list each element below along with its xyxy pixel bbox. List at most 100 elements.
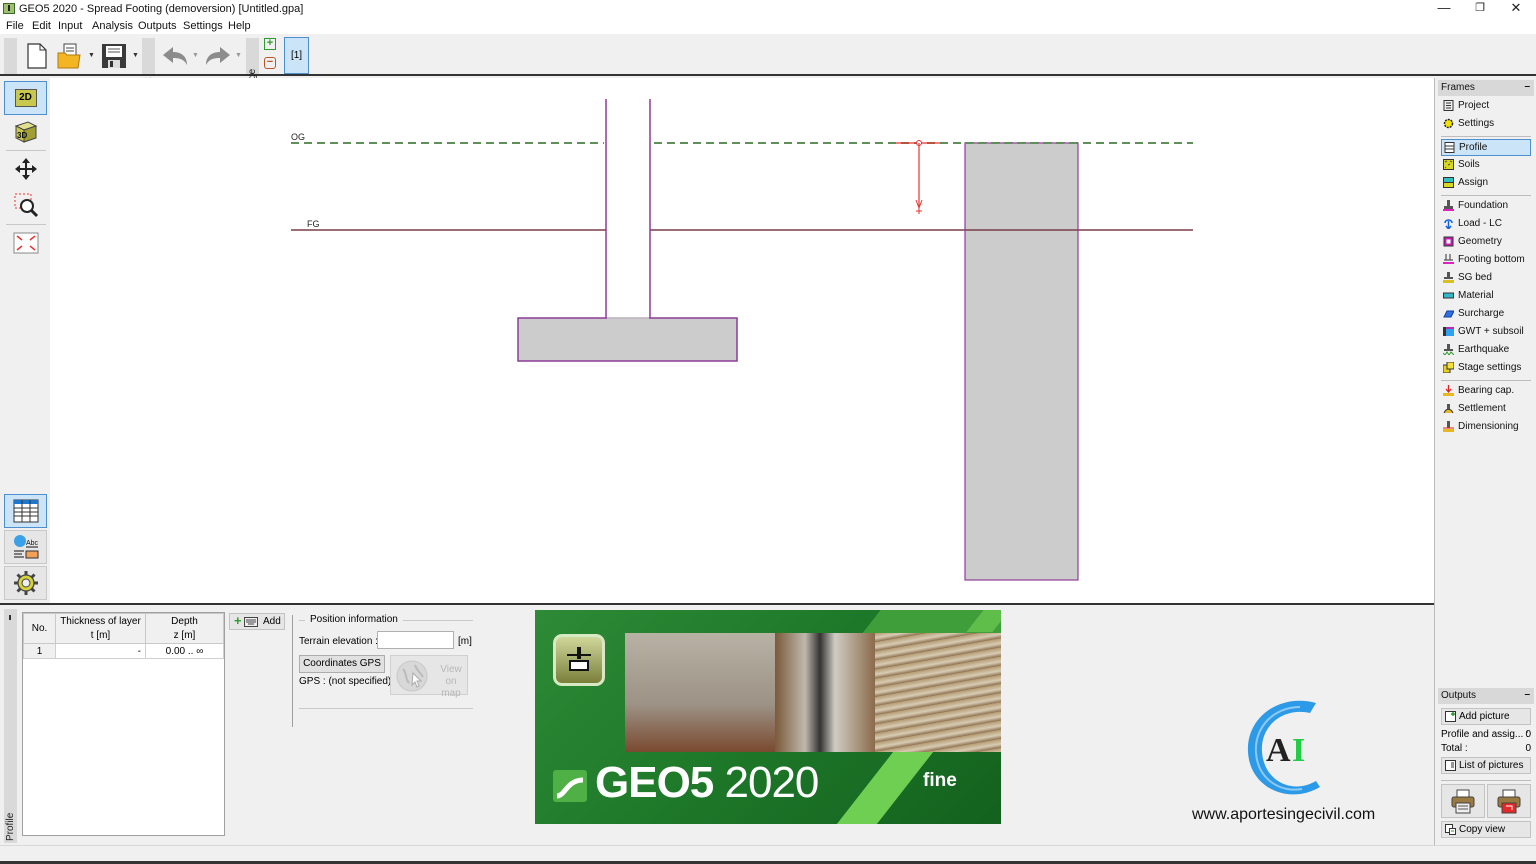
profile-picture-count: Profile and assig... :0 — [1441, 729, 1531, 740]
frame-earthquake[interactable]: Earthquake — [1441, 342, 1531, 359]
save-floppy-icon — [102, 44, 126, 68]
frame-settlement[interactable]: Settlement — [1441, 401, 1531, 418]
geo5-banner: GEO5 2020 fine — [535, 610, 1001, 824]
frame-dimensioning[interactable]: Dimensioning — [1441, 419, 1531, 436]
frame-project[interactable]: Project — [1441, 98, 1531, 115]
frame-material[interactable]: Material — [1441, 288, 1531, 305]
column-header-no[interactable]: No. — [23, 613, 56, 644]
add-picture-button[interactable]: Add picture — [1441, 708, 1531, 725]
footing-section[interactable] — [517, 317, 738, 362]
redo-dropdown-arrow[interactable]: ▼ — [235, 52, 242, 59]
soil-profile-column[interactable] — [964, 142, 1079, 581]
frame-profile[interactable]: Profile — [1441, 139, 1531, 156]
minimize-button[interactable]: — — [1426, 0, 1462, 18]
redo-button[interactable] — [202, 40, 234, 72]
watermark-letter-i: I — [1292, 732, 1305, 769]
settings-button[interactable] — [4, 566, 47, 600]
column-header-depth[interactable]: Depth z [m] — [145, 613, 224, 644]
table-view-button[interactable] — [4, 494, 47, 528]
add-picture-icon — [1445, 711, 1456, 722]
open-button[interactable] — [54, 40, 86, 72]
column-header-thickness[interactable]: Thickness of layer t [m] — [55, 613, 146, 644]
frame-bearing-capacity[interactable]: Bearing cap. — [1441, 383, 1531, 400]
position-info-legend: Position information — [310, 614, 398, 625]
sg-bed-icon — [1443, 272, 1454, 283]
printer-icon — [1451, 789, 1475, 814]
print-button[interactable] — [1441, 784, 1485, 818]
zoom-window-button[interactable] — [4, 188, 47, 222]
cell-thickness[interactable]: - — [55, 643, 146, 659]
menu-bar: File Edit Input Analysis Outputs Setting… — [0, 18, 1536, 34]
menu-edit[interactable]: Edit — [32, 20, 51, 32]
pin-icon[interactable] — [9, 615, 11, 620]
zoom-extents-button[interactable] — [4, 226, 47, 260]
load-arrow-icon[interactable] — [896, 140, 940, 215]
frame-load[interactable]: Load - LC — [1441, 216, 1531, 233]
menu-analysis[interactable]: Analysis — [92, 20, 133, 32]
restore-button[interactable]: ❐ — [1462, 0, 1498, 18]
add-layer-button[interactable]: + Add — [229, 613, 285, 630]
frames-collapse-button[interactable]: – — [1524, 79, 1530, 95]
open-dropdown-arrow[interactable]: ▼ — [88, 52, 95, 59]
print-pdf-button[interactable] — [1487, 784, 1531, 818]
frame-footing-bottom[interactable]: Footing bottom — [1441, 252, 1531, 269]
drawing-canvas[interactable]: OG FG — [50, 78, 1434, 604]
bearing-capacity-icon — [1443, 385, 1454, 396]
outputs-collapse-button[interactable]: – — [1524, 687, 1530, 703]
list-of-pictures-button[interactable]: List of pictures — [1441, 757, 1531, 774]
geo5-logo-mark — [553, 770, 587, 802]
add-stage-button[interactable]: + — [264, 38, 276, 50]
tool-separator — [6, 150, 46, 151]
close-button[interactable]: ✕ — [1498, 0, 1534, 18]
menu-settings[interactable]: Settings — [183, 20, 223, 32]
frame-sg-bed[interactable]: SG bed — [1441, 270, 1531, 287]
menu-input[interactable]: Input — [58, 20, 82, 32]
pan-button[interactable] — [4, 152, 47, 186]
profile-tab[interactable]: Profile — [4, 609, 17, 843]
frame-stage-settings[interactable]: Stage settings — [1441, 360, 1531, 377]
menu-help[interactable]: Help — [228, 20, 251, 32]
remove-stage-button[interactable]: − — [264, 57, 276, 69]
terrain-elevation-input[interactable] — [377, 631, 454, 649]
new-button[interactable] — [21, 40, 53, 72]
tool-separator — [6, 224, 46, 225]
move-arrows-icon — [14, 158, 37, 180]
view-on-map-button[interactable]: View on map — [390, 655, 468, 699]
photo-retaining-wall — [625, 633, 775, 752]
copy-view-button[interactable]: Copy view — [1441, 821, 1531, 838]
cell-depth[interactable]: 0.00 .. ∞ — [145, 643, 224, 659]
undo-dropdown-arrow[interactable]: ▼ — [192, 52, 199, 59]
dimensioning-icon — [1443, 421, 1454, 432]
terrain-unit: [m] — [458, 636, 472, 647]
banner-product-title: GEO5 2020 — [595, 758, 819, 807]
frames-separator — [1441, 195, 1531, 196]
frame-gwt-subsoil[interactable]: GWT + subsoil — [1441, 324, 1531, 341]
table-row[interactable]: 1 - 0.00 .. ∞ — [23, 643, 224, 659]
photo-tunnel — [775, 633, 875, 752]
drawing-style-button[interactable]: Abc — [4, 530, 47, 564]
save-button[interactable] — [98, 40, 130, 72]
watermark-logo: A I — [1247, 700, 1320, 795]
drawing-style-icon: Abc — [13, 535, 38, 559]
banner-stripe — [836, 752, 934, 824]
view-2d-button[interactable]: 2D — [4, 81, 47, 115]
frame-assign[interactable]: Assign — [1441, 175, 1531, 192]
frame-surcharge[interactable]: Surcharge — [1441, 306, 1531, 323]
menu-outputs[interactable]: Outputs — [138, 20, 177, 32]
total-picture-count: Total :0 — [1441, 743, 1531, 754]
frame-settings[interactable]: Settings — [1441, 116, 1531, 133]
menu-file[interactable]: File — [6, 20, 24, 32]
frame-foundation[interactable]: Foundation — [1441, 198, 1531, 215]
soils-icon — [1443, 159, 1454, 170]
og-label: OG — [291, 132, 305, 142]
coordinates-gps-button[interactable]: Coordinates GPS — [299, 655, 385, 673]
stage-tab-1[interactable]: [1] — [284, 37, 309, 74]
save-dropdown-arrow[interactable]: ▼ — [132, 52, 139, 59]
open-folder-icon — [57, 43, 81, 69]
frame-soils[interactable]: Soils — [1441, 157, 1531, 174]
frame-geometry[interactable]: Geometry — [1441, 234, 1531, 251]
undo-button[interactable] — [159, 40, 191, 72]
layers-table[interactable]: No. Thickness of layer t [m] Depth z [m] 1… — [22, 612, 225, 836]
list-pictures-icon — [1445, 760, 1456, 771]
view-3d-button[interactable]: 3D — [4, 114, 47, 148]
